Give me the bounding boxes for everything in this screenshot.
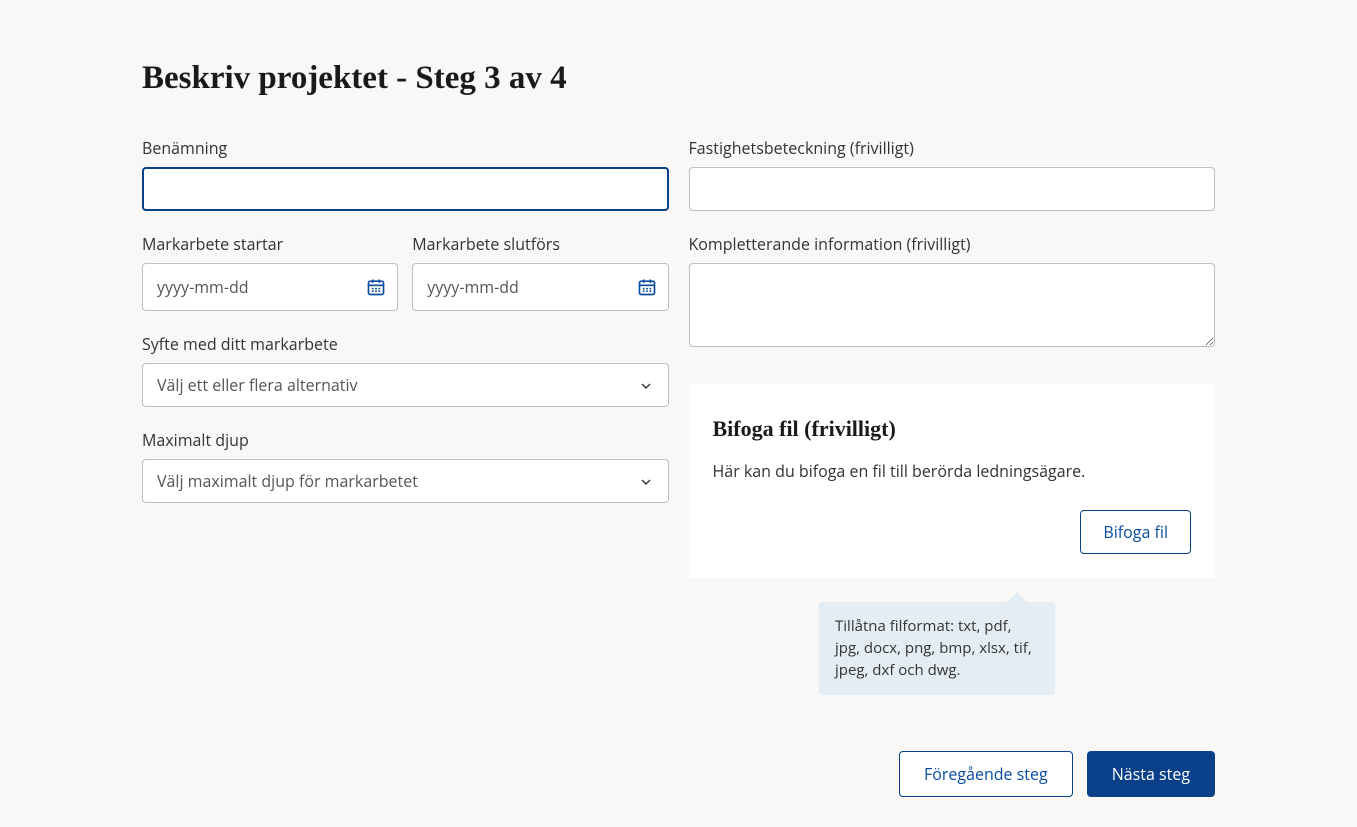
date-field-group: Markarbete startar [142,233,669,311]
property-field-group: Fastighetsbeteckning (frivilligt) [689,137,1216,211]
end-date-input[interactable] [412,263,668,311]
next-step-button[interactable]: Nästa steg [1087,751,1215,797]
attach-description: Här kan du bifoga en fil till berörda le… [713,460,1192,482]
start-date-label: Markarbete startar [142,233,398,255]
left-column: Benämning Markarbete startar [142,137,669,695]
extra-info-textarea[interactable] [689,263,1216,347]
name-label: Benämning [142,137,669,159]
property-input[interactable] [689,167,1216,211]
calendar-icon[interactable] [637,277,657,297]
footer-buttons: Föregående steg Nästa steg [142,751,1215,797]
calendar-icon[interactable] [366,277,386,297]
name-input[interactable] [142,167,669,211]
extra-info-field-group: Kompletterande information (frivilligt) [689,233,1216,352]
depth-label: Maximalt djup [142,429,669,451]
purpose-field-group: Syfte med ditt markarbete Välj ett eller… [142,333,669,407]
chevron-down-icon [638,377,654,393]
attach-file-box: Bifoga fil (frivilligt) Här kan du bifog… [689,384,1216,578]
right-column: Fastighetsbeteckning (frivilligt) Komple… [689,137,1216,695]
purpose-select-placeholder: Välj ett eller flera alternativ [157,374,358,396]
chevron-down-icon [638,473,654,489]
allowed-formats-tooltip: Tillåtna filformat: txt, pdf, jpg, docx,… [819,602,1055,695]
depth-select-placeholder: Välj maximalt djup för markarbetet [157,470,418,492]
tooltip-container: Tillåtna filformat: txt, pdf, jpg, docx,… [689,602,1216,695]
attach-file-button[interactable]: Bifoga fil [1080,510,1191,554]
purpose-select[interactable]: Välj ett eller flera alternativ [142,363,669,407]
extra-info-label: Kompletterande information (frivilligt) [689,233,1216,255]
name-field-group: Benämning [142,137,669,211]
attach-heading: Bifoga fil (frivilligt) [713,416,1192,442]
depth-select[interactable]: Välj maximalt djup för markarbetet [142,459,669,503]
start-date-input[interactable] [142,263,398,311]
end-date-label: Markarbete slutförs [412,233,668,255]
property-label: Fastighetsbeteckning (frivilligt) [689,137,1216,159]
depth-field-group: Maximalt djup Välj maximalt djup för mar… [142,429,669,503]
previous-step-button[interactable]: Föregående steg [899,751,1073,797]
purpose-label: Syfte med ditt markarbete [142,333,669,355]
page-title: Beskriv projektet - Steg 3 av 4 [142,60,1215,97]
